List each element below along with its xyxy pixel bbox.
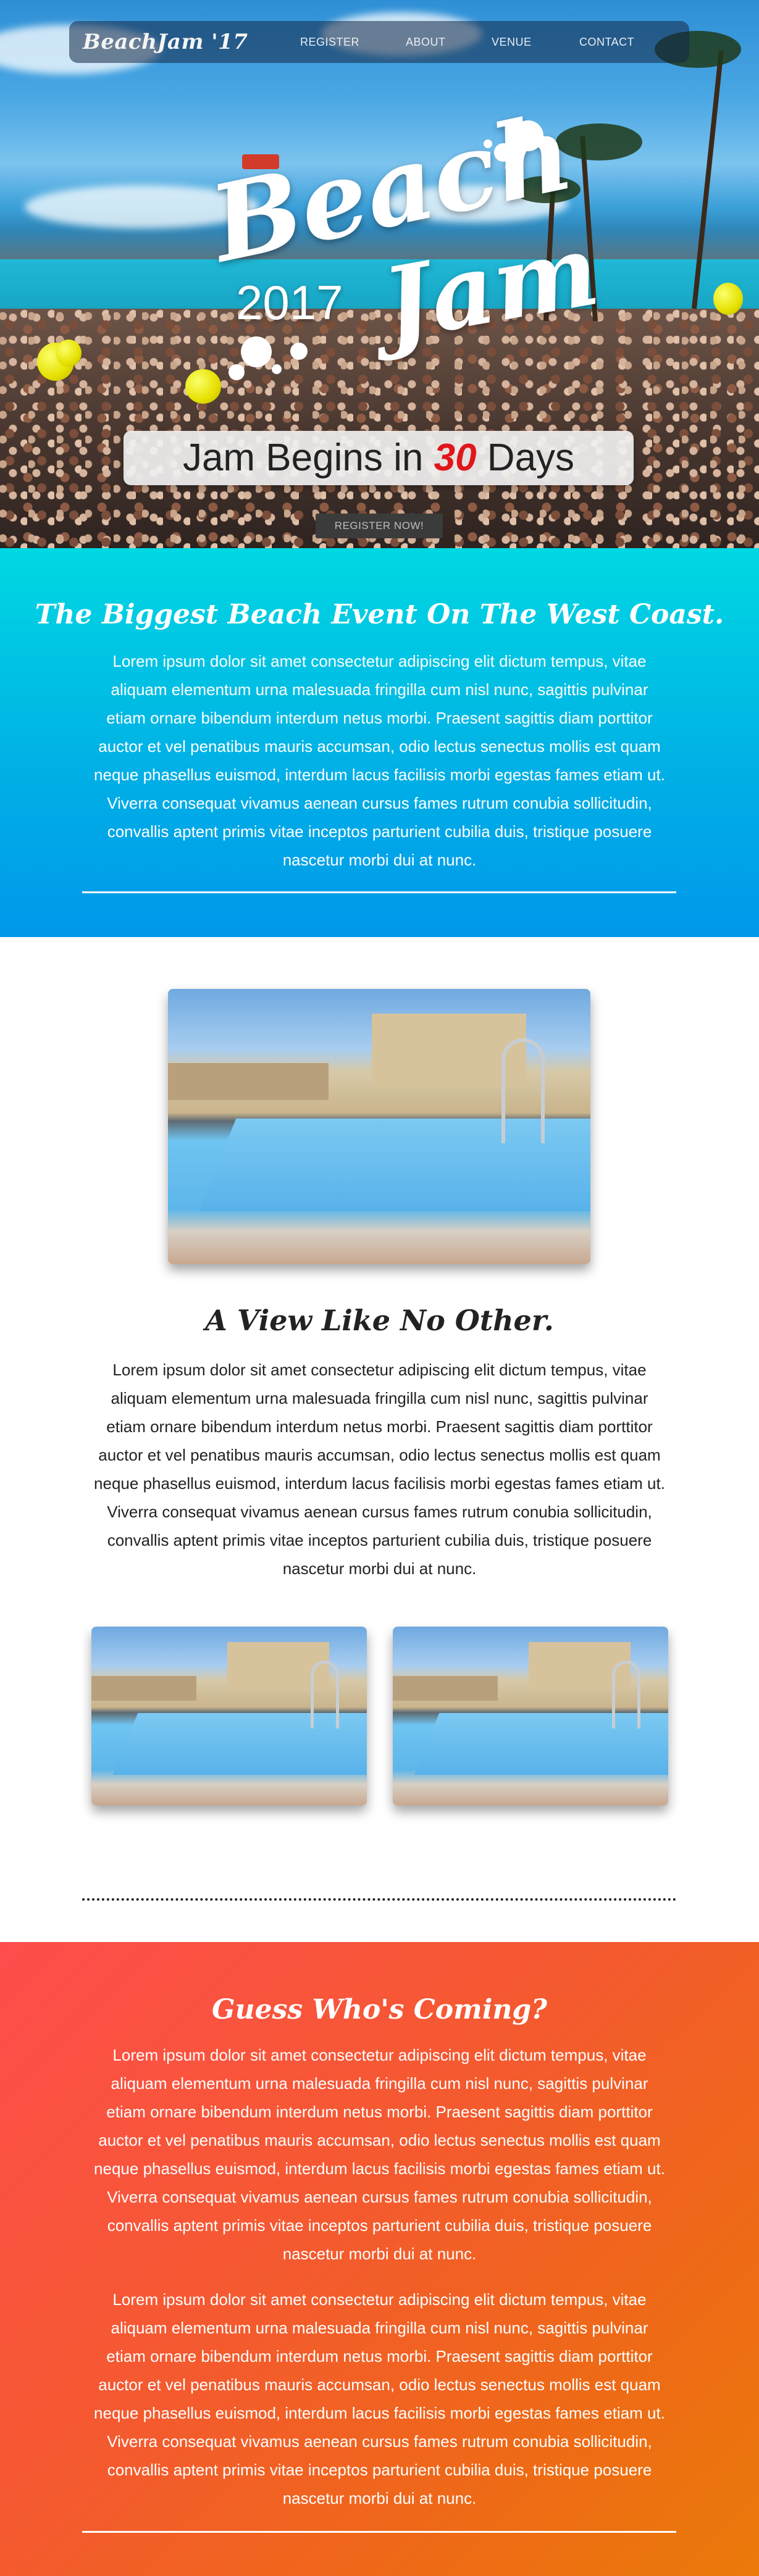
- nav-register[interactable]: REGISTER: [300, 36, 359, 49]
- beach-ball: [713, 283, 743, 315]
- nav-contact[interactable]: CONTACT: [579, 36, 634, 49]
- venue-photo-right: [393, 1627, 668, 1806]
- venue-photo: [168, 989, 590, 1264]
- section-divider: [82, 2531, 676, 2533]
- logo-bubble: [513, 120, 543, 151]
- countdown-prefix: Jam Begins in: [182, 436, 424, 479]
- venue-photo-left: [91, 1627, 367, 1806]
- brand-logo[interactable]: BeachJam '17: [83, 30, 248, 54]
- countdown-banner: Jam Begins in 30 Days: [124, 431, 634, 485]
- pool-ladder: [501, 1038, 545, 1143]
- guests-section: Guess Who's Coming? Lorem ipsum dolor si…: [0, 1942, 759, 2576]
- beach-ball: [185, 369, 221, 404]
- crowd: [0, 309, 759, 548]
- pool-ladder: [612, 1661, 640, 1728]
- guests-body-2: Lorem ipsum dolor sit amet consectetur a…: [94, 2290, 665, 2507]
- nav-venue[interactable]: VENUE: [492, 36, 532, 49]
- hotel-building: [393, 1676, 498, 1701]
- section-divider: [82, 891, 676, 893]
- event-body: Lorem ipsum dolor sit amet consectetur a…: [94, 652, 665, 869]
- logo-bubble: [290, 343, 308, 360]
- pool-ladder: [311, 1661, 339, 1728]
- logo-bubble: [241, 336, 272, 367]
- hotel-building: [91, 1676, 196, 1701]
- nav-about[interactable]: ABOUT: [406, 36, 446, 49]
- dotted-divider: [82, 1898, 676, 1901]
- event-section: The Biggest Beach Event On The West Coas…: [0, 548, 759, 937]
- logo-bubble: [484, 140, 492, 148]
- countdown-suffix: Days: [487, 436, 575, 479]
- guests-title: Guess Who's Coming?: [212, 1994, 547, 2025]
- register-now-button[interactable]: REGISTER NOW!: [316, 514, 443, 538]
- hero-banner: BeachJam '17 REGISTER ABOUT VENUE CONTAC…: [0, 0, 759, 548]
- top-navbar: BeachJam '17 REGISTER ABOUT VENUE CONTAC…: [69, 21, 689, 63]
- logo-bubble: [272, 364, 282, 374]
- countdown-number: 30: [434, 436, 477, 479]
- logo-bubble: [229, 364, 245, 380]
- logo-bubble: [494, 143, 513, 162]
- logo-year: 2017: [236, 275, 343, 330]
- event-title: The Biggest Beach Event On The West Coas…: [35, 599, 724, 630]
- view-body: Lorem ipsum dolor sit amet consectetur a…: [94, 1361, 665, 1578]
- hotel-building: [168, 1063, 329, 1100]
- view-title: A View Like No Other.: [205, 1304, 554, 1337]
- beach-ball: [56, 340, 82, 367]
- guests-body-1: Lorem ipsum dolor sit amet consectetur a…: [94, 2046, 665, 2263]
- logo-bubble: [505, 162, 516, 173]
